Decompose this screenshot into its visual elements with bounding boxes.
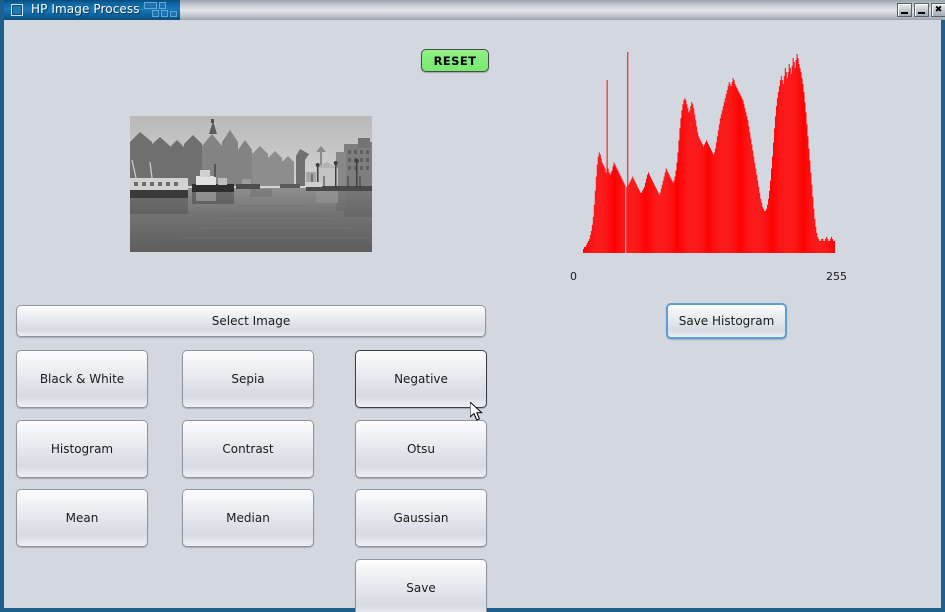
minimize-icon[interactable] <box>897 3 912 17</box>
histogram-axis-max-label: 255 <box>826 270 847 283</box>
client-area: RESET 0 255 Select Image Black & White S… <box>4 20 941 612</box>
mean-button[interactable]: Mean <box>16 489 148 547</box>
preview-photo <box>130 116 372 252</box>
application-window: HP Image Process ✖ RESET 0 255 Select Im… <box>0 0 945 612</box>
histogram-panel: 0 255 <box>564 42 854 290</box>
histogram-bars <box>583 52 835 254</box>
histogram-button[interactable]: Histogram <box>16 420 148 478</box>
titlebar-decor-block <box>144 2 157 9</box>
select-image-button[interactable]: Select Image <box>16 305 486 337</box>
histogram-axis-min-label: 0 <box>570 270 577 283</box>
title-bar-inactive-fill <box>180 0 945 20</box>
gaussian-button[interactable]: Gaussian <box>355 489 487 547</box>
title-bar: HP Image Process ✖ <box>4 0 945 20</box>
image-preview <box>130 116 372 252</box>
titlebar-decor-block <box>159 2 166 9</box>
otsu-button[interactable]: Otsu <box>355 420 487 478</box>
app-window-icon <box>11 4 23 16</box>
histogram-plot <box>564 42 854 258</box>
window-title: HP Image Process <box>31 2 140 16</box>
save-histogram-button[interactable]: Save Histogram <box>666 303 787 339</box>
median-button[interactable]: Median <box>182 489 314 547</box>
save-button[interactable]: Save <box>355 559 487 612</box>
contrast-button[interactable]: Contrast <box>182 420 314 478</box>
titlebar-decor-block <box>161 10 168 17</box>
sepia-button[interactable]: Sepia <box>182 350 314 408</box>
titlebar-decor-block <box>170 11 177 17</box>
close-icon[interactable]: ✖ <box>931 3 945 17</box>
black-and-white-button[interactable]: Black & White <box>16 350 148 408</box>
reset-button[interactable]: RESET <box>421 49 489 72</box>
maximize-icon[interactable] <box>914 3 929 17</box>
titlebar-decor-block <box>152 10 159 17</box>
close-glyph: ✖ <box>934 4 943 15</box>
negative-button[interactable]: Negative <box>355 350 487 408</box>
